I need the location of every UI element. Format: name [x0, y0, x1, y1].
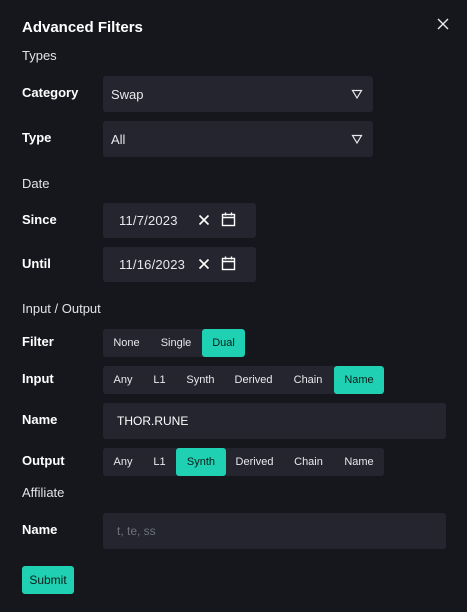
section-affiliate: Affiliate [22, 485, 65, 500]
input-option-any[interactable]: Any [103, 366, 143, 394]
until-date-input[interactable]: 11/16/2023 [103, 247, 256, 282]
input-option-chain[interactable]: Chain [282, 366, 334, 394]
input-option-derived[interactable]: Derived [225, 366, 282, 394]
output-option-name[interactable]: Name [334, 448, 384, 476]
until-date-value: 11/16/2023 [119, 257, 186, 272]
since-date-input[interactable]: 11/7/2023 [103, 203, 256, 238]
until-label: Until [22, 256, 51, 271]
output-option-derived[interactable]: Derived [226, 448, 283, 476]
filter-option-dual[interactable]: Dual [202, 329, 245, 357]
filter-option-none[interactable]: None [103, 329, 150, 357]
output-option-synth[interactable]: Synth [176, 448, 226, 476]
section-date: Date [22, 176, 50, 191]
since-label: Since [22, 212, 57, 227]
affiliate-name-label: Name [22, 522, 58, 537]
input-segmented-control: Any L1 Synth Derived Chain Name [103, 366, 384, 394]
calendar-icon[interactable] [221, 256, 236, 271]
input-option-synth[interactable]: Synth [176, 366, 225, 394]
calendar-icon[interactable] [221, 212, 236, 227]
affiliate-name-field[interactable]: t, te, ss [103, 513, 446, 549]
input-label: Input [22, 371, 54, 386]
clear-icon[interactable] [198, 258, 210, 270]
filter-label: Filter [22, 334, 54, 349]
filter-segmented-control: None Single Dual [103, 329, 245, 357]
output-label: Output [22, 453, 65, 468]
filter-option-single[interactable]: Single [150, 329, 202, 357]
chevron-down-icon [351, 134, 363, 145]
input-name-field[interactable]: THOR.RUNE [103, 403, 446, 439]
type-select[interactable]: All [103, 121, 373, 157]
category-label: Category [22, 85, 79, 100]
chevron-down-icon [351, 89, 363, 100]
section-input-output: Input / Output [22, 301, 101, 316]
output-option-any[interactable]: Any [103, 448, 143, 476]
input-name-label: Name [22, 412, 58, 427]
output-option-l1[interactable]: L1 [143, 448, 176, 476]
input-option-name[interactable]: Name [334, 366, 384, 394]
since-date-value: 11/7/2023 [119, 213, 178, 228]
output-option-chain[interactable]: Chain [283, 448, 334, 476]
category-select[interactable]: Swap [103, 76, 373, 112]
clear-icon[interactable] [198, 214, 210, 226]
submit-button[interactable]: Submit [22, 566, 74, 594]
type-label: Type [22, 130, 52, 145]
category-value: Swap [111, 86, 144, 102]
input-option-l1[interactable]: L1 [143, 366, 176, 394]
close-icon[interactable] [435, 16, 451, 32]
section-types: Types [22, 48, 57, 63]
type-value: All [111, 131, 126, 147]
panel-title: Advanced Filters [22, 19, 143, 36]
output-segmented-control: Any L1 Synth Derived Chain Name [103, 448, 384, 476]
